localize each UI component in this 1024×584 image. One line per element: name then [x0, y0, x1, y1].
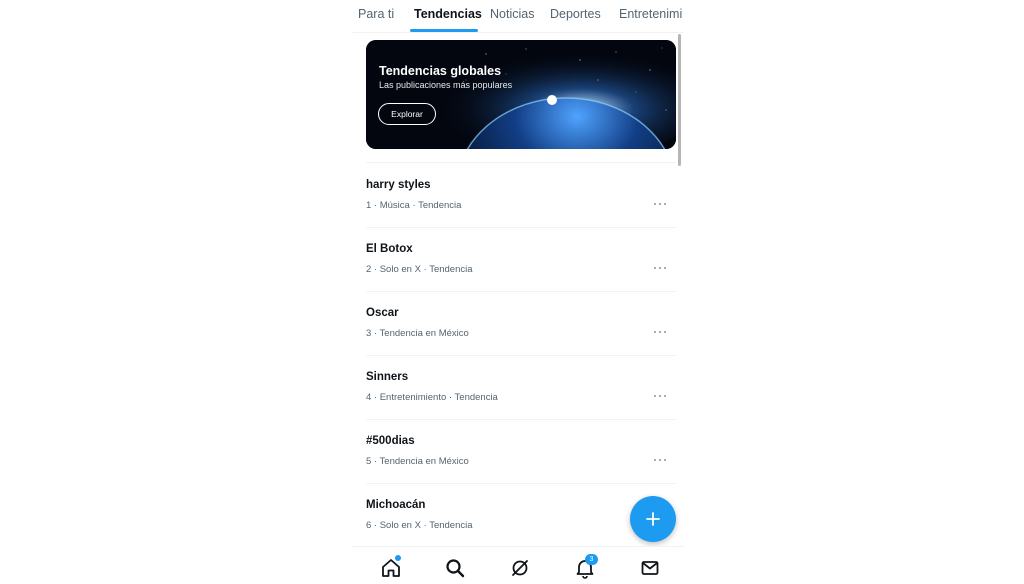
trend-item[interactable]: #500dias 5 · Tendencia en México: [366, 419, 676, 484]
trending-screen: Para ti Tendencias Noticias Deportes Ent…: [352, 0, 684, 584]
bell-icon[interactable]: 3: [574, 554, 598, 579]
banner-title: Tendencias globales: [379, 64, 502, 78]
global-trends-banner[interactable]: Tendencias globales Las publicaciones má…: [366, 40, 676, 149]
tab-entretenimiento[interactable]: Entretenimi: [619, 7, 682, 21]
search-icon[interactable]: [444, 557, 466, 579]
tab-deportes[interactable]: Deportes: [550, 7, 601, 21]
new-content-dot: [395, 555, 401, 561]
bottom-navigation: 3: [352, 546, 684, 584]
tab-para-ti[interactable]: Para ti: [358, 7, 394, 21]
trend-name: Michoacán: [366, 499, 426, 511]
active-tab-indicator: [410, 29, 478, 32]
trend-meta: 2 · Solo en X · Tendencia: [366, 264, 473, 275]
banner-subtitle: Las publicaciones más populares: [379, 80, 513, 90]
trend-meta: 6 · Solo en X · Tendencia: [366, 520, 473, 531]
tab-bar: Para ti Tendencias Noticias Deportes Ent…: [352, 0, 684, 33]
more-options-icon[interactable]: [654, 457, 668, 463]
tab-noticias[interactable]: Noticias: [490, 7, 534, 21]
trend-meta: 1 · Música · Tendencia: [366, 200, 462, 211]
notification-badge: 3: [585, 554, 598, 565]
more-options-icon[interactable]: [654, 329, 668, 335]
explore-button[interactable]: Explorar: [378, 103, 436, 125]
trend-meta: 3 · Tendencia en México: [366, 328, 469, 339]
trend-name: Sinners: [366, 371, 409, 383]
earth-image: [366, 40, 676, 149]
more-options-icon[interactable]: [654, 201, 668, 207]
trend-name: harry styles: [366, 179, 431, 191]
trend-name: El Botox: [366, 243, 413, 255]
grok-icon[interactable]: [509, 557, 531, 579]
home-icon[interactable]: [380, 555, 402, 579]
trend-name: Oscar: [366, 307, 399, 319]
plus-icon: [646, 512, 660, 526]
trend-meta: 5 · Tendencia en México: [366, 456, 469, 467]
trend-item[interactable]: Oscar 3 · Tendencia en México: [366, 291, 676, 356]
tab-tendencias[interactable]: Tendencias: [414, 7, 482, 21]
scrollbar[interactable]: [678, 34, 681, 166]
trend-item[interactable]: harry styles 1 · Música · Tendencia: [366, 163, 676, 228]
trend-meta: 4 · Entretenimiento · Tendencia: [366, 392, 498, 403]
more-options-icon[interactable]: [654, 393, 668, 399]
compose-post-button[interactable]: [630, 496, 676, 542]
more-options-icon[interactable]: [654, 265, 668, 271]
trend-name: #500dias: [366, 435, 415, 447]
mail-icon[interactable]: [639, 557, 661, 579]
trend-item[interactable]: Sinners 4 · Entretenimiento · Tendencia: [366, 355, 676, 420]
trend-item[interactable]: El Botox 2 · Solo en X · Tendencia: [366, 227, 676, 292]
